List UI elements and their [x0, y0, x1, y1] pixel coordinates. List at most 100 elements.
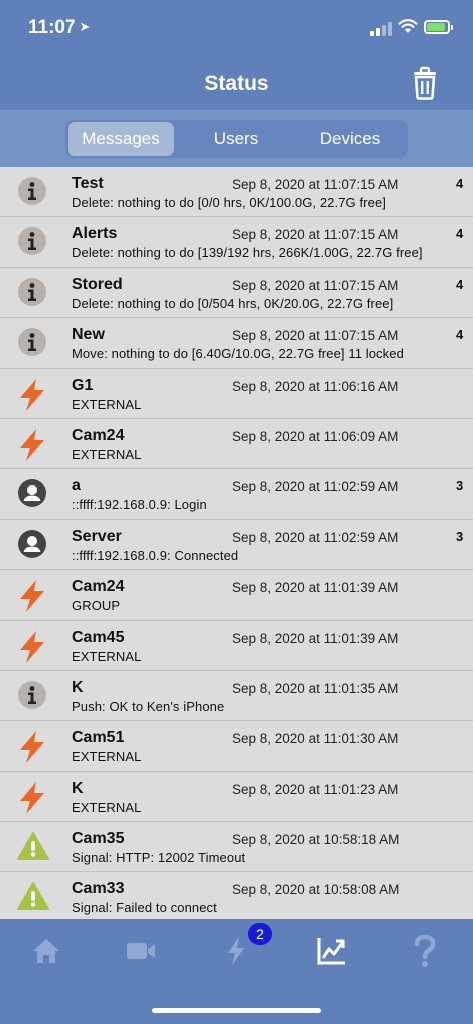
- list-item[interactable]: Server Sep 8, 2020 at 11:02:59 AM::ffff:1…: [0, 520, 473, 571]
- row-title: Cam51: [72, 729, 125, 747]
- warning-icon: [17, 831, 49, 863]
- row-detail: Delete: nothing to do [0/504 hrs, 0K/20.…: [72, 295, 394, 311]
- row-detail: EXTERNAL: [72, 396, 142, 412]
- segment-messages[interactable]: Messages: [68, 122, 174, 156]
- trash-icon[interactable]: [410, 66, 440, 100]
- help-icon: [414, 934, 436, 967]
- segmented-control: Messages Users Devices: [65, 120, 408, 158]
- row-title: Alerts: [72, 225, 118, 243]
- bolt-icon: [17, 781, 47, 814]
- row-timestamp: Sep 8, 2020 at 11:01:35 AM: [232, 680, 399, 696]
- row-title: Stored: [72, 275, 123, 293]
- navigation-bar: Status: [0, 60, 473, 110]
- row-count-badge: 4: [456, 226, 464, 242]
- user-icon: [17, 478, 47, 510]
- row-timestamp: Sep 8, 2020 at 11:07:15 AM: [232, 277, 399, 293]
- location-arrow-icon: ➤: [79, 19, 91, 34]
- segment-devices[interactable]: Devices: [297, 122, 403, 156]
- row-title: K: [72, 779, 84, 797]
- list-item[interactable]: a Sep 8, 2020 at 11:02:59 AM::ffff:192.16…: [0, 469, 473, 520]
- row-detail: EXTERNAL: [72, 799, 142, 815]
- bolt-icon: [17, 428, 47, 461]
- list-item[interactable]: New Sep 8, 2020 at 11:07:15 AM Move: nothi…: [0, 318, 473, 369]
- camera-icon: [127, 943, 155, 959]
- row-detail: ::ffff:192.168.0.9: Connected: [72, 547, 239, 563]
- row-timestamp: Sep 8, 2020 at 11:02:59 AM: [232, 479, 399, 495]
- wifi-icon: [398, 19, 418, 33]
- clock-time: 11:07: [28, 17, 76, 38]
- segment-users[interactable]: Users: [183, 122, 289, 156]
- row-title: Cam33: [72, 880, 125, 898]
- row-detail: GROUP: [72, 598, 121, 614]
- list-item[interactable]: Stored Sep 8, 2020 at 11:07:15 AM Delete: …: [0, 268, 473, 319]
- list-item[interactable]: K Sep 8, 2020 at 11:01:35 AM Push: OK to K…: [0, 671, 473, 722]
- bolt-icon: [228, 937, 244, 965]
- list-item[interactable]: Cam45 Sep 8, 2020 at 11:01:39 AM EXTERNAL: [0, 621, 473, 671]
- row-timestamp: Sep 8, 2020 at 10:58:18 AM: [232, 832, 400, 848]
- row-detail: EXTERNAL: [72, 749, 142, 765]
- tab-home[interactable]: [26, 931, 66, 971]
- bolt-icon: [17, 730, 47, 764]
- list-item[interactable]: K Sep 8, 2020 at 11:01:23 AM EXTERNAL: [0, 772, 473, 823]
- list-item[interactable]: Alerts Sep 8, 2020 at 11:07:15 AM Delete: …: [0, 217, 473, 268]
- row-timestamp: Sep 8, 2020 at 11:07:15 AM: [232, 227, 399, 243]
- row-count-badge: 4: [456, 176, 464, 191]
- alerts-badge: 2: [248, 923, 272, 945]
- list-item[interactable]: G1 Sep 8, 2020 at 11:06:16 AM EXTERNAL: [0, 369, 473, 419]
- battery-icon: [424, 20, 453, 34]
- tab-help[interactable]: [405, 931, 445, 971]
- row-detail: Move: nothing to do [6.40G/10.0G, 22.7G …: [72, 346, 404, 362]
- chart-icon: [317, 938, 345, 965]
- bolt-icon: [17, 579, 47, 613]
- row-detail: EXTERNAL: [72, 648, 142, 664]
- row-title: New: [72, 326, 105, 344]
- row-title: G1: [72, 376, 94, 394]
- info-icon: [17, 680, 47, 712]
- list-item[interactable]: Test Sep 8, 2020 at 11:07:15 AM Delete: no…: [0, 167, 473, 218]
- row-count-badge: 3: [456, 528, 464, 544]
- clock: 11:07 ➤: [28, 17, 90, 39]
- row-count-badge: 4: [456, 276, 464, 292]
- row-timestamp: Sep 8, 2020 at 11:06:16 AM: [232, 378, 399, 394]
- row-timestamp: Sep 8, 2020 at 10:58:08 AM: [232, 882, 400, 898]
- info-icon: [17, 277, 47, 309]
- home-indicator: [152, 1008, 321, 1013]
- cellular-signal-icon: [370, 22, 392, 36]
- info-icon: [17, 176, 47, 208]
- tab-cameras[interactable]: [121, 931, 161, 971]
- row-timestamp: Sep 8, 2020 at 11:07:15 AM: [232, 177, 399, 192]
- warning-icon: [17, 881, 49, 913]
- list-item[interactable]: Cam33 Sep 8, 2020 at 10:58:08 AM Signal: F…: [0, 872, 473, 919]
- row-detail: Push: OK to Ken's iPhone: [72, 698, 225, 714]
- list-item[interactable]: Cam51 Sep 8, 2020 at 11:01:30 AM EXTERNAL: [0, 721, 473, 772]
- row-detail: EXTERNAL: [72, 446, 142, 462]
- tab-status[interactable]: [311, 931, 351, 971]
- row-count-badge: 3: [456, 478, 464, 494]
- message-list[interactable]: Test Sep 8, 2020 at 11:07:15 AM Delete: no…: [0, 167, 473, 919]
- info-icon: [17, 327, 47, 359]
- row-timestamp: Sep 8, 2020 at 11:01:39 AM: [232, 630, 399, 646]
- row-detail: Delete: nothing to do [0/0 hrs, 0K/100.0…: [72, 195, 386, 210]
- row-title: K: [72, 678, 84, 696]
- list-item[interactable]: Cam35 Sep 8, 2020 at 10:58:18 AM Signal: H…: [0, 822, 473, 873]
- row-title: Cam45: [72, 628, 125, 646]
- row-timestamp: Sep 8, 2020 at 11:01:39 AM: [232, 580, 399, 596]
- row-title: Cam35: [72, 830, 125, 848]
- segment-bar: Messages Users Devices: [0, 110, 473, 167]
- list-item[interactable]: Cam24 Sep 8, 2020 at 11:01:39 AM GROUP: [0, 570, 473, 621]
- list-item[interactable]: Cam24 Sep 8, 2020 at 11:06:09 AM EXTERNAL: [0, 419, 473, 470]
- row-detail: Signal: HTTP: 12002 Timeout: [72, 850, 246, 866]
- home-icon: [33, 939, 59, 963]
- row-timestamp: Sep 8, 2020 at 11:01:23 AM: [232, 781, 399, 797]
- bolt-icon: [17, 630, 47, 663]
- row-title: Test: [72, 175, 104, 192]
- row-title: Cam24: [72, 578, 125, 596]
- row-detail: Signal: Failed to connect: [72, 900, 217, 916]
- row-timestamp: Sep 8, 2020 at 11:07:15 AM: [232, 328, 399, 344]
- row-timestamp: Sep 8, 2020 at 11:02:59 AM: [232, 529, 399, 545]
- row-title: Cam24: [72, 426, 125, 444]
- status-bar: 11:07 ➤: [0, 0, 473, 60]
- row-title: Server: [72, 527, 122, 545]
- user-icon: [17, 529, 47, 561]
- bolt-icon: [17, 378, 47, 411]
